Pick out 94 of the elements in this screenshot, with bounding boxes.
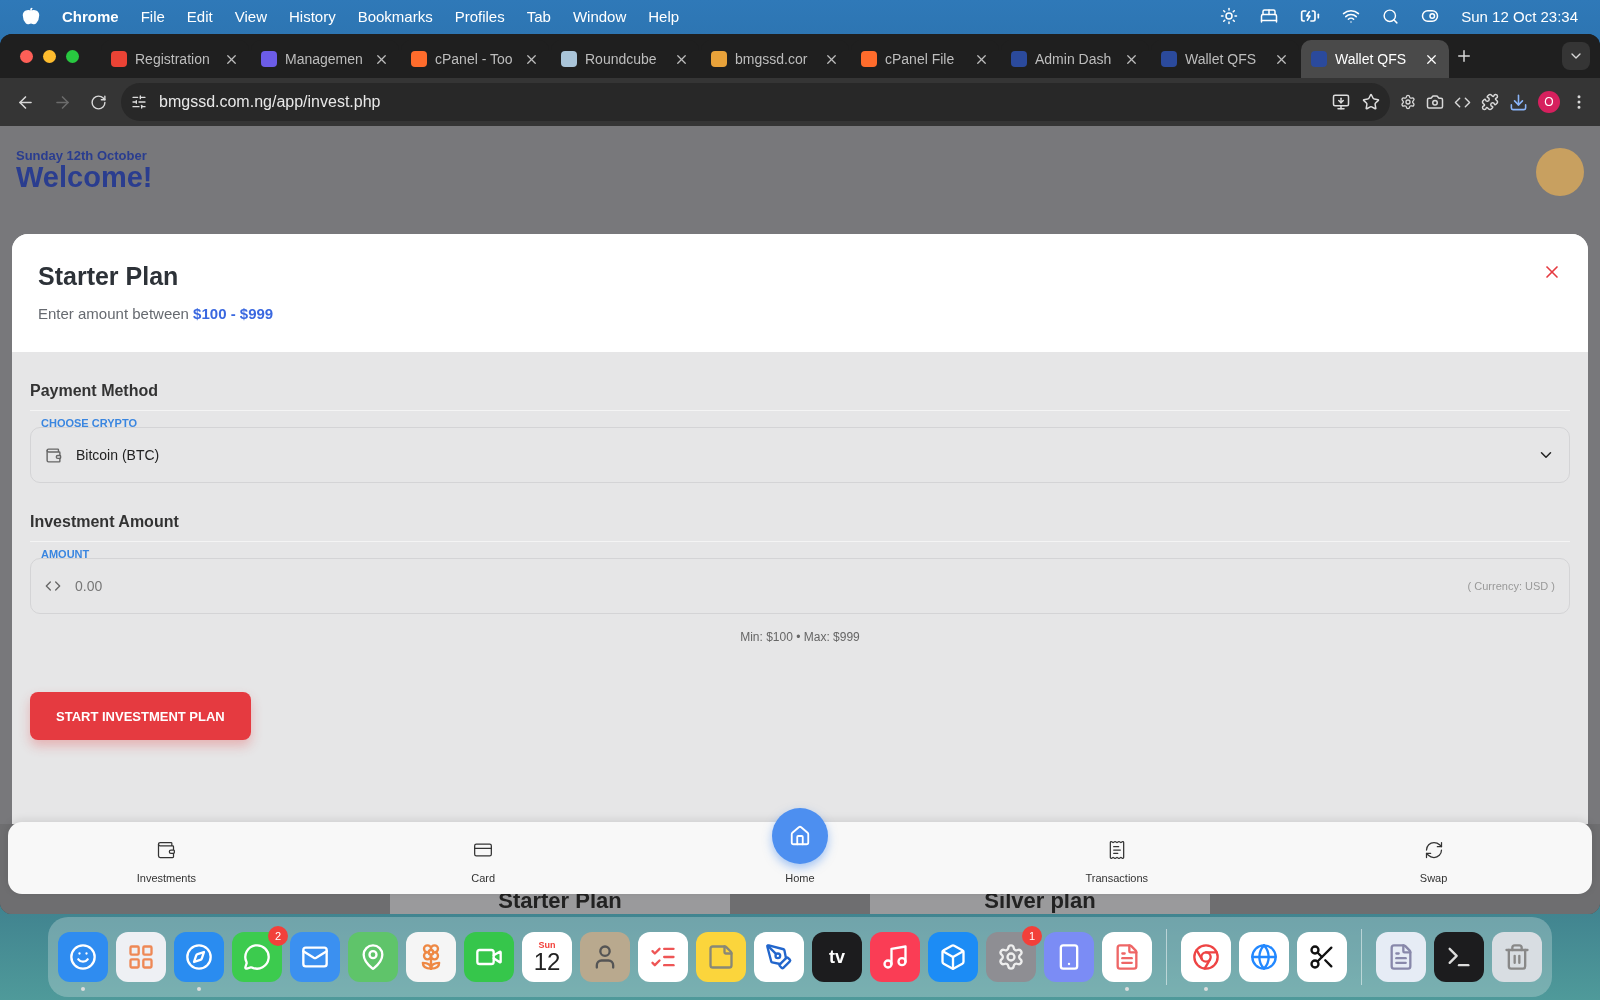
app-tile[interactable] <box>58 932 108 982</box>
minimize-window-button[interactable] <box>43 49 56 63</box>
field-label: AMOUNT <box>40 548 90 560</box>
app-tile[interactable] <box>696 932 746 982</box>
app-tile[interactable] <box>1239 932 1289 982</box>
app-tile[interactable] <box>348 932 398 982</box>
menu-clock[interactable]: Sun 12 Oct 23:34 <box>1461 7 1578 25</box>
profile-avatar[interactable]: O <box>1538 91 1560 113</box>
cube-icon <box>939 943 967 971</box>
app-tile[interactable] <box>1492 932 1542 982</box>
amount-field[interactable]: 0.00 ( Currency: USD ) <box>30 558 1570 614</box>
wallet-icon <box>156 840 177 860</box>
app-tile[interactable] <box>870 932 920 982</box>
bookmark-star-icon[interactable] <box>1362 93 1380 111</box>
gear-icon <box>997 943 1025 971</box>
nav-item[interactable]: Swap <box>1275 822 1592 894</box>
music-note-icon <box>881 943 909 971</box>
app-tile[interactable] <box>638 932 688 982</box>
house-icon <box>789 825 811 847</box>
bed-icon[interactable] <box>1260 7 1279 25</box>
section-title: Investment Amount <box>30 513 1570 542</box>
app-tile[interactable] <box>1434 932 1484 982</box>
menu-item[interactable]: History <box>288 7 336 25</box>
compass-icon <box>185 943 213 971</box>
app-tile[interactable] <box>928 932 978 982</box>
tab-search-button[interactable] <box>1562 42 1590 70</box>
refresh-icon <box>1423 840 1444 860</box>
download-icon[interactable] <box>1509 92 1528 112</box>
app-tile[interactable] <box>116 932 166 982</box>
app-tile[interactable] <box>754 932 804 982</box>
menu-item[interactable]: View <box>234 7 267 25</box>
app-tile[interactable] <box>232 932 282 982</box>
nav-item[interactable]: Investments <box>8 822 325 894</box>
section-title: Payment Method <box>30 382 1570 411</box>
control-center-icon[interactable] <box>1421 7 1440 25</box>
notification-badge: 2 <box>268 926 288 946</box>
app-tile[interactable] <box>1376 932 1426 982</box>
menu-item[interactable]: Tab <box>526 7 551 25</box>
app-tile[interactable] <box>290 932 340 982</box>
globe-icon <box>1250 943 1278 971</box>
crypto-select[interactable]: Bitcoin (BTC) <box>30 427 1570 483</box>
camera-icon[interactable] <box>1426 93 1444 111</box>
hint-text: Min: $100 • Max: $999 <box>739 630 861 644</box>
grid-icon <box>127 943 155 971</box>
speech-bubble-icon <box>243 943 271 971</box>
puzzle-icon[interactable] <box>1481 93 1499 111</box>
app-tile[interactable] <box>1297 932 1347 982</box>
site-settings-icon[interactable] <box>131 94 147 110</box>
pen-icon <box>765 943 793 971</box>
app-tile[interactable] <box>1181 932 1231 982</box>
calendar-day: 12 <box>533 950 561 974</box>
menu-item[interactable]: Profiles <box>454 7 505 25</box>
welcome-heading: Welcome! <box>16 163 153 192</box>
plus-icon <box>1455 47 1473 65</box>
app-tile[interactable] <box>174 932 224 982</box>
reload-icon <box>90 93 107 111</box>
app-tile[interactable] <box>1102 932 1152 982</box>
app-tile[interactable] <box>406 932 456 982</box>
app-tile[interactable]: Sun 12 <box>522 932 572 982</box>
menu-item[interactable]: Bookmarks <box>357 7 433 25</box>
search-icon[interactable] <box>1382 7 1400 25</box>
currency-text: ( Currency: USD ) <box>1467 580 1555 592</box>
browser-tab[interactable]: Wallet QFS <box>1301 40 1449 78</box>
field-label: CHOOSE CRYPTO <box>40 417 137 429</box>
date-text: Sunday 12th October <box>16 148 148 163</box>
modal-subtitle: Enter amount between $100 - $999 <box>38 305 274 322</box>
calendar-weekday: Sun <box>538 940 556 950</box>
tv-text: tv <box>829 946 845 968</box>
gear-icon[interactable] <box>1400 94 1416 110</box>
menu-item[interactable]: Window <box>572 7 627 25</box>
close-window-button[interactable] <box>20 49 33 63</box>
app-tile[interactable]: tv <box>812 932 862 982</box>
app-tile[interactable] <box>986 932 1036 982</box>
install-icon[interactable] <box>1332 93 1350 111</box>
menu-item[interactable]: Help <box>648 7 680 25</box>
app-tile[interactable] <box>580 932 630 982</box>
menu-item[interactable]: File <box>140 7 165 25</box>
sun-icon[interactable] <box>1220 7 1239 25</box>
menu-item[interactable]: Edit <box>186 7 213 25</box>
code-icon <box>45 578 61 594</box>
notification-badge: 1 <box>1022 926 1042 946</box>
apple-logo-icon[interactable] <box>22 7 40 25</box>
modal-title: Starter Plan <box>38 262 180 291</box>
app-tile[interactable] <box>464 932 514 982</box>
note-icon <box>707 943 735 971</box>
start-plan-button[interactable]: START INVESTMENT PLAN <box>30 692 251 740</box>
wallet-icon <box>45 446 62 464</box>
zoom-window-button[interactable] <box>66 49 79 63</box>
address-bar[interactable]: bmgssd.com.ng/app/invest.php <box>121 83 1390 121</box>
menu-item[interactable]: Chrome <box>62 7 119 25</box>
wifi-icon[interactable] <box>1342 7 1361 25</box>
app-tile[interactable] <box>1044 932 1094 982</box>
smiley-face-icon <box>69 943 97 971</box>
trash-icon <box>1503 943 1531 971</box>
